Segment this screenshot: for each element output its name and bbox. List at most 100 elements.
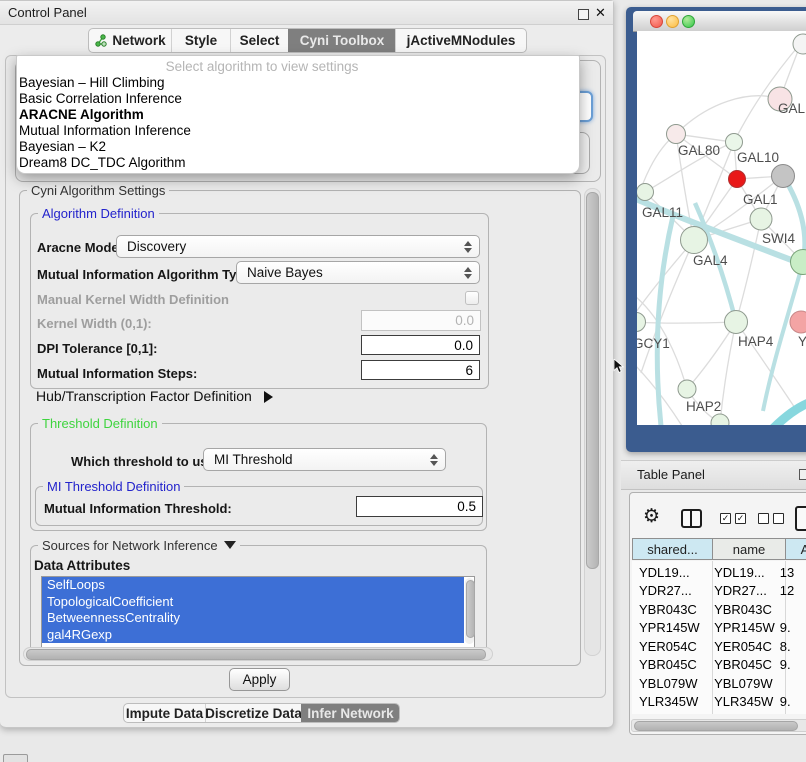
- table-row[interactable]: YDR27... YDR27... 12: [632, 582, 806, 601]
- threshold-definition-title: Threshold Definition: [38, 416, 162, 431]
- scrollbar-thumb[interactable]: [26, 649, 486, 660]
- combo-arrows-icon: [464, 267, 472, 279]
- mi-threshold-label: Mutual Information Threshold:: [44, 501, 232, 516]
- gear-icon[interactable]: ⚙: [643, 505, 660, 528]
- node-bottom-partial[interactable]: [711, 414, 729, 425]
- tab-impute-data[interactable]: Impute Data: [124, 704, 205, 722]
- sources-group-title: Sources for Network Inference: [42, 538, 218, 553]
- sources-group-header[interactable]: Sources for Network Inference: [38, 538, 240, 553]
- tab-jactivemnodules[interactable]: jActiveMNodules: [395, 29, 526, 52]
- popup-item[interactable]: Bayesian – K2: [19, 139, 106, 155]
- table-row[interactable]: YLR345W YLR345W 9.: [632, 693, 806, 712]
- tab-discretize-data[interactable]: Discretize Data: [205, 704, 301, 722]
- table-row[interactable]: YER054C YER054C 8.: [632, 637, 806, 656]
- dpi-tolerance-field[interactable]: 0.0: [361, 335, 480, 355]
- mac-minimize-button[interactable]: [666, 15, 679, 28]
- node-hap4[interactable]: [725, 311, 748, 334]
- mi-threshold-field[interactable]: 0.5: [356, 496, 483, 517]
- table-row[interactable]: YIL052C YIL052C 9.: [632, 711, 806, 714]
- node-gcy1[interactable]: [637, 313, 646, 332]
- mac-close-button[interactable]: [650, 15, 663, 28]
- column-header-shared-name[interactable]: shared...: [632, 538, 713, 560]
- mi-steps-field[interactable]: 6: [361, 360, 480, 380]
- node-table: shared... name A YDL19... YDL19... 13 YD…: [632, 538, 806, 720]
- tab-network[interactable]: Network: [89, 29, 171, 52]
- list-item[interactable]: TopologicalCoefficient: [42, 594, 464, 611]
- select-all-checkbox-icon[interactable]: ✓: [720, 513, 731, 524]
- apply-button[interactable]: Apply: [229, 668, 290, 691]
- combo-arrows-icon: [464, 241, 472, 253]
- node-y-partial[interactable]: [790, 311, 806, 333]
- kernel-width-field[interactable]: 0.0: [361, 310, 481, 331]
- table-panel-titlebar: Table Panel: [621, 460, 806, 490]
- table-row[interactable]: YBL079W YBL079W: [632, 674, 806, 693]
- scrollbar-thumb[interactable]: [466, 580, 475, 638]
- manual-kernel-checkbox[interactable]: [465, 291, 479, 305]
- aracne-mode-label: Aracne Mode:: [37, 240, 123, 255]
- mac-zoom-button[interactable]: [682, 15, 695, 28]
- node-hap2[interactable]: [678, 380, 696, 398]
- close-icon[interactable]: ✕: [595, 5, 606, 21]
- list-item[interactable]: gal4RGexp: [42, 627, 464, 644]
- column-header-name[interactable]: name: [712, 538, 786, 560]
- settings-vertical-scrollbar[interactable]: [584, 188, 601, 656]
- deselect-all-checkbox-icon[interactable]: [758, 513, 769, 524]
- select-all-checkbox-icon[interactable]: ✓: [735, 513, 746, 524]
- tab-infer-network[interactable]: Infer Network: [301, 704, 399, 722]
- algorithm-definition-title: Algorithm Definition: [38, 206, 159, 221]
- network-nodes: [637, 34, 806, 425]
- partial-corner-icon[interactable]: [3, 754, 28, 762]
- node-label: GAL1: [743, 192, 778, 207]
- deselect-all-checkbox-icon[interactable]: [773, 513, 784, 524]
- mi-type-combo[interactable]: Naive Bayes: [236, 261, 480, 284]
- table-row[interactable]: YBR045C YBR045C 9.: [632, 656, 806, 675]
- file-icon[interactable]: [795, 506, 806, 531]
- columns-icon[interactable]: [681, 509, 702, 528]
- popup-item[interactable]: Basic Correlation Inference: [19, 91, 182, 107]
- node-label: HAP2: [686, 399, 721, 414]
- node-swi4[interactable]: [791, 250, 806, 275]
- popup-item[interactable]: Mutual Information Inference: [19, 123, 191, 139]
- popup-item-selected[interactable]: ARACNE Algorithm: [19, 107, 144, 123]
- list-vertical-scrollbar[interactable]: [465, 578, 474, 644]
- settings-horizontal-scrollbar[interactable]: [23, 647, 493, 661]
- column-header-partial[interactable]: A: [785, 538, 806, 560]
- node-label: Y: [798, 334, 806, 349]
- scrollbar-thumb[interactable]: [586, 192, 599, 569]
- bottom-tabbar: Impute Data Discretize Data Infer Networ…: [123, 703, 400, 723]
- which-threshold-label: Which threshold to use:: [71, 454, 219, 469]
- table-row[interactable]: YBR043C YBR043C: [632, 600, 806, 619]
- table-horizontal-scrollbar[interactable]: [631, 719, 806, 732]
- node-gal1[interactable]: [750, 208, 772, 230]
- table-row[interactable]: YPR145W YPR145W 9.: [632, 619, 806, 638]
- table-row[interactable]: YDL19... YDL19... 13: [632, 563, 806, 582]
- tab-cyni-toolbox[interactable]: Cyni Toolbox: [288, 29, 395, 52]
- network-canvas[interactable]: GAL GAL80 GAL10 GAL1 GAL11 SWI4 GAL4 GCY…: [637, 31, 806, 425]
- tab-style[interactable]: Style: [171, 29, 230, 52]
- cyni-algorithm-settings-group: Cyni Algorithm Settings Algorithm Defini…: [19, 190, 581, 666]
- mi-steps-label: Mutual Information Steps:: [37, 366, 197, 381]
- hub-definition-label: Hub/Transcription Factor Definition: [36, 388, 252, 404]
- node-gal11[interactable]: [637, 184, 654, 201]
- list-item[interactable]: BetweennessCentrality: [42, 610, 464, 627]
- popup-item[interactable]: Bayesian – Hill Climbing: [19, 75, 165, 91]
- tab-select[interactable]: Select: [230, 29, 288, 52]
- kernel-width-label: Kernel Width (0,1):: [37, 316, 152, 331]
- popup-item[interactable]: Dream8 DC_TDC Algorithm: [19, 155, 186, 171]
- scrollbar-thumb[interactable]: [634, 721, 798, 731]
- aracne-mode-combo[interactable]: Discovery: [116, 235, 480, 258]
- float-window-icon[interactable]: [799, 469, 806, 480]
- which-threshold-combo[interactable]: MI Threshold: [203, 448, 446, 471]
- mi-threshold-group-title: MI Threshold Definition: [43, 479, 184, 494]
- float-window-icon[interactable]: [578, 9, 589, 20]
- mi-type-label: Mutual Information Algorithm Type:: [37, 267, 256, 282]
- node-gal4[interactable]: [681, 227, 708, 254]
- hub-definition-expander[interactable]: Hub/Transcription Factor Definition: [36, 388, 273, 404]
- node-label: GCY1: [637, 336, 670, 351]
- table-panel-title: Table Panel: [637, 467, 705, 482]
- node-gal10[interactable]: [726, 134, 743, 151]
- node-gray[interactable]: [772, 165, 795, 188]
- list-item[interactable]: SelfLoops: [42, 577, 464, 594]
- node-selected-red[interactable]: [729, 171, 746, 188]
- node-gal80[interactable]: [667, 125, 686, 144]
